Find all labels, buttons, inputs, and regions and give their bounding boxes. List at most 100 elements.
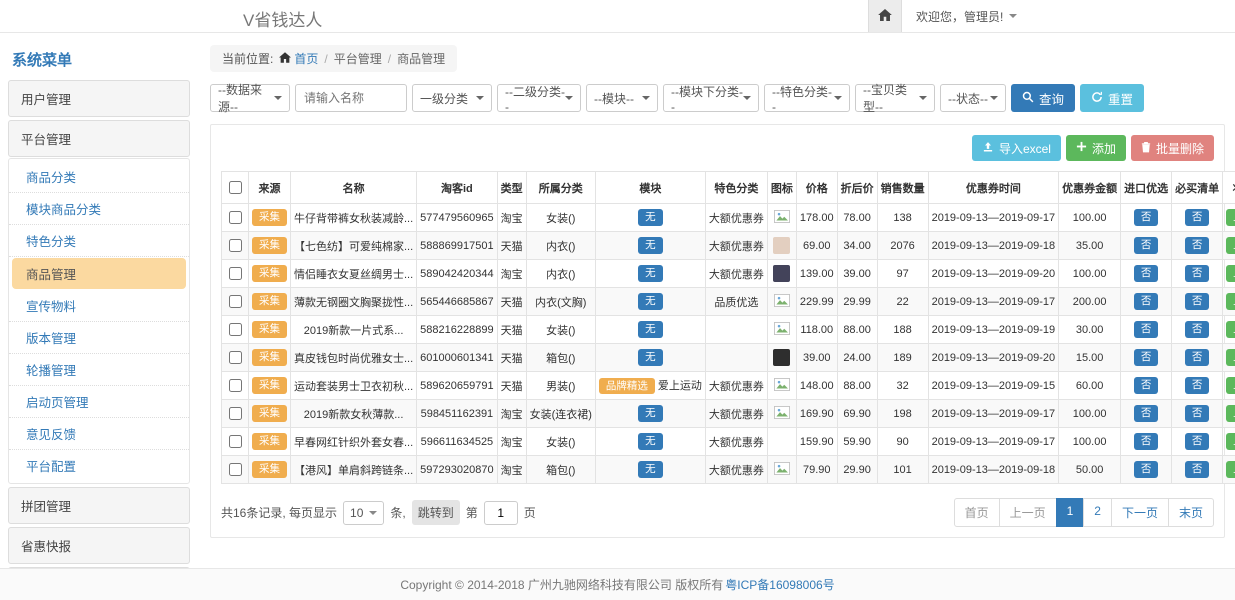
icp-link[interactable]: 粤ICP备16098006号 <box>725 576 834 593</box>
must-buy-badge[interactable]: 否 <box>1185 293 1210 310</box>
status-badge[interactable]: 上架 <box>1226 377 1235 394</box>
must-buy-badge[interactable]: 否 <box>1185 265 1210 282</box>
sidebar-item-platform-config[interactable]: 平台配置 <box>9 450 189 481</box>
sidebar-item-promo-material[interactable]: 宣传物料 <box>9 290 189 322</box>
item-type-select[interactable]: --宝贝类型-- <box>855 84 935 112</box>
page-2-button[interactable]: 2 <box>1083 498 1112 527</box>
import-excel-button[interactable]: 导入excel <box>972 135 1061 161</box>
row-checkbox[interactable] <box>229 379 242 392</box>
user-menu[interactable]: 欢迎您，管理员! <box>902 0 1031 32</box>
import-select-badge[interactable]: 否 <box>1134 349 1159 366</box>
cell-discount-price: 69.90 <box>837 400 877 428</box>
status-badge[interactable]: 上架 <box>1226 237 1235 254</box>
row-checkbox[interactable] <box>229 295 242 308</box>
feature-category-select[interactable]: --特色分类-- <box>764 84 850 112</box>
row-checkbox[interactable] <box>229 323 242 336</box>
reset-button[interactable]: 重置 <box>1080 84 1144 112</box>
home-button[interactable] <box>868 0 902 32</box>
sidebar-item-carousel-mgmt[interactable]: 轮播管理 <box>9 354 189 386</box>
select-all-checkbox[interactable] <box>229 181 242 194</box>
next-page-button[interactable]: 下一页 <box>1111 498 1169 527</box>
column-header-13: 进口优选 <box>1121 172 1172 204</box>
sidebar-item-version-mgmt[interactable]: 版本管理 <box>9 322 189 354</box>
sidebar-item-user-mgmt[interactable]: 用户管理 <box>8 80 190 117</box>
status-select[interactable]: --状态-- <box>940 84 1006 112</box>
import-select-badge[interactable]: 否 <box>1134 461 1159 478</box>
row-checkbox[interactable] <box>229 211 242 224</box>
prev-page-button[interactable]: 上一页 <box>999 498 1057 527</box>
row-checkbox[interactable] <box>229 267 242 280</box>
level2-category-select[interactable]: --二级分类-- <box>497 84 581 112</box>
cell-must-buy: 否 <box>1172 344 1223 372</box>
module-select[interactable]: --模块-- <box>586 84 658 112</box>
must-buy-badge[interactable]: 否 <box>1185 405 1210 422</box>
status-badge[interactable]: 上架 <box>1226 405 1235 422</box>
import-select-badge[interactable]: 否 <box>1134 433 1159 450</box>
must-buy-badge[interactable]: 否 <box>1185 433 1210 450</box>
status-badge[interactable]: 上架 <box>1226 433 1235 450</box>
sidebar-item-express-news[interactable]: 省惠快报 <box>8 527 190 564</box>
sidebar-item-product-mgmt[interactable]: 商品管理 <box>12 258 186 289</box>
cell-price: 148.00 <box>796 372 837 400</box>
import-select-badge[interactable]: 否 <box>1134 293 1159 310</box>
must-buy-badge[interactable]: 否 <box>1185 209 1210 226</box>
cell-discount-price: 24.00 <box>837 344 877 372</box>
level1-category-select[interactable]: 一级分类 <box>412 84 492 112</box>
breadcrumb-home-link[interactable]: 首页 <box>279 50 318 67</box>
must-buy-badge[interactable]: 否 <box>1185 461 1210 478</box>
cell-icon <box>767 316 796 344</box>
sidebar-item-module-product-category[interactable]: 模块商品分类 <box>9 193 189 225</box>
import-select-badge[interactable]: 否 <box>1134 377 1159 394</box>
page-word-after: 页 <box>524 504 536 521</box>
status-badge[interactable]: 上架 <box>1226 349 1235 366</box>
cell-module: 无 <box>595 400 705 428</box>
row-checkbox[interactable] <box>229 435 242 448</box>
first-page-button[interactable]: 首页 <box>954 498 1000 527</box>
batch-delete-button[interactable]: 批量删除 <box>1131 135 1214 161</box>
trash-icon <box>1141 141 1151 156</box>
page-1-button[interactable]: 1 <box>1056 498 1085 527</box>
row-checkbox[interactable] <box>229 239 242 252</box>
import-select-badge[interactable]: 否 <box>1134 321 1159 338</box>
per-page-select[interactable]: 10 <box>343 501 384 525</box>
sidebar-item-feedback[interactable]: 意见反馈 <box>9 418 189 450</box>
page-number-input[interactable] <box>484 501 518 525</box>
search-button[interactable]: 查询 <box>1011 84 1075 112</box>
row-checkbox[interactable] <box>229 407 242 420</box>
data-source-select[interactable]: --数据来源-- <box>210 84 290 112</box>
module-sub-select[interactable]: --模块下分类-- <box>663 84 759 112</box>
row-checkbox[interactable] <box>229 351 242 364</box>
last-page-button[interactable]: 末页 <box>1168 498 1214 527</box>
sidebar-item-feature-category[interactable]: 特色分类 <box>9 225 189 257</box>
cell-coupon-time: 2019-09-13—2019-09-17 <box>928 288 1059 316</box>
must-buy-badge[interactable]: 否 <box>1185 349 1210 366</box>
status-badge[interactable]: 上架 <box>1226 209 1235 226</box>
cell-coupon-time: 2019-09-13—2019-09-20 <box>928 260 1059 288</box>
cell-source: 采集 <box>249 204 291 232</box>
must-buy-badge[interactable]: 否 <box>1185 377 1210 394</box>
sidebar-item-platform-mgmt[interactable]: 平台管理 <box>8 120 190 157</box>
cell-icon <box>767 344 796 372</box>
jump-to-button[interactable]: 跳转到 <box>412 500 460 525</box>
import-select-badge[interactable]: 否 <box>1134 237 1159 254</box>
name-search-input[interactable] <box>295 84 407 112</box>
breadcrumb-platform[interactable]: 平台管理 <box>334 50 382 67</box>
add-button[interactable]: 添加 <box>1066 135 1126 161</box>
import-select-badge[interactable]: 否 <box>1134 209 1159 226</box>
cell-taoke-id: 589620659791 <box>417 372 497 400</box>
must-buy-badge[interactable]: 否 <box>1185 237 1210 254</box>
product-thumbnail <box>773 349 790 366</box>
module-badge: 无 <box>638 433 663 450</box>
sidebar-item-product-category[interactable]: 商品分类 <box>9 161 189 193</box>
import-select-badge[interactable]: 否 <box>1134 265 1159 282</box>
sidebar-item-group-buy-mgmt[interactable]: 拼团管理 <box>8 487 190 524</box>
records-count-text: 共16条记录, 每页显示 <box>221 504 337 521</box>
row-checkbox[interactable] <box>229 463 242 476</box>
status-badge[interactable]: 上架 <box>1226 321 1235 338</box>
import-select-badge[interactable]: 否 <box>1134 405 1159 422</box>
status-badge[interactable]: 上架 <box>1226 293 1235 310</box>
sidebar-item-splash-mgmt[interactable]: 启动页管理 <box>9 386 189 418</box>
status-badge[interactable]: 上架 <box>1226 461 1235 478</box>
must-buy-badge[interactable]: 否 <box>1185 321 1210 338</box>
status-badge[interactable]: 上架 <box>1226 265 1235 282</box>
